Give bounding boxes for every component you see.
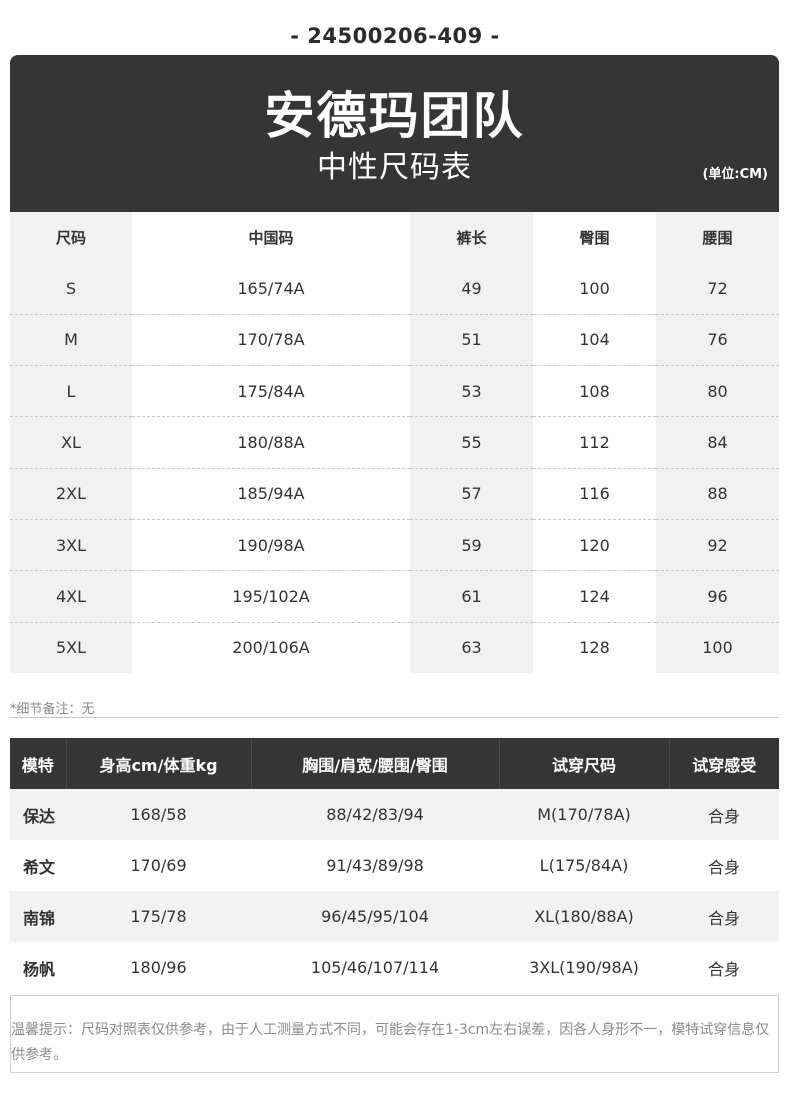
table-row: L 175/84A 53 108 80 <box>10 365 779 417</box>
cell-china-size: 165/74A <box>237 278 305 298</box>
size-table: 尺码 中国码 裤长 臀围 腰围 S 165/74A 49 100 72 M 17… <box>10 212 779 674</box>
col-header-measurements: 胸围/肩宽/腰围/臀围 <box>250 738 499 789</box>
cell-model-name: 杨帆 <box>23 959 56 979</box>
table-row: S 165/74A 49 100 72 <box>10 263 779 315</box>
table-row: 南锦 175/78 96/45/95/104 XL(180/88A) 合身 <box>10 891 779 942</box>
cell-size: 4XL <box>10 570 132 623</box>
table-row: 5XL 200/106A 63 128 100 <box>10 621 779 674</box>
table-row: 希文 170/69 91/43/89/98 L(175/84A) 合身 <box>10 840 779 891</box>
cell-pants-length: 57 <box>410 467 533 520</box>
cell-china-size: 185/94A <box>132 467 410 520</box>
size-chart-header: 安德玛团队 中性尺码表 (单位:CM) <box>10 55 779 212</box>
cell-pants-length: 51 <box>410 313 533 366</box>
cell-model-name: 南锦 <box>10 891 66 942</box>
cell-hip: 100 <box>579 278 610 298</box>
table-row: 4XL 195/102A 61 124 96 <box>10 570 779 623</box>
cell-fit-feeling: 合身 <box>707 959 740 979</box>
cell-size: S <box>10 263 132 315</box>
table-row: 杨帆 180/96 105/46/107/114 3XL(190/98A) 合身 <box>10 942 779 993</box>
cell-fit-feeling: 合身 <box>669 789 779 840</box>
cell-height-weight: 180/96 <box>130 958 187 977</box>
cell-pants-length: 63 <box>410 621 533 674</box>
cell-fitted-size: L(175/84A) <box>539 856 629 875</box>
cell-model-name: 希文 <box>23 857 56 877</box>
table-row: 保达 168/58 88/42/83/94 M(170/78A) 合身 <box>10 789 779 840</box>
table-row: XL 180/88A 55 112 84 <box>10 416 779 469</box>
cell-waist: 100 <box>656 621 779 674</box>
cell-waist: 76 <box>656 313 779 366</box>
tip-box: 温馨提示：尺码对照表仅供参考，由于人工测量方式不同，可能会存在1-3cm左右误差… <box>10 995 779 1073</box>
cell-pants-length: 53 <box>410 365 533 417</box>
cell-hip: 120 <box>533 518 656 571</box>
cell-fitted-size: XL(180/88A) <box>499 891 669 942</box>
cell-measurements: 105/46/107/114 <box>310 958 440 977</box>
product-code: - 24500206-409 - <box>290 24 500 48</box>
col-header-hip: 臀围 <box>579 229 610 247</box>
cell-pants-length: 55 <box>410 416 533 469</box>
cell-model-name: 保达 <box>10 789 66 840</box>
col-header-model: 模特 <box>10 738 66 789</box>
cell-pants-length: 49 <box>410 263 533 315</box>
col-header-pants-length: 裤长 <box>410 212 533 263</box>
table-row: M 170/78A 51 104 76 <box>10 313 779 366</box>
unit-label: (单位:CM) <box>702 167 768 182</box>
cell-fitted-size: M(170/78A) <box>499 789 669 840</box>
cell-size: M <box>10 313 132 366</box>
tip-text: 温馨提示：尺码对照表仅供参考，由于人工测量方式不同，可能会存在1-3cm左右误差… <box>11 1022 770 1063</box>
brand-name: 安德玛团队 <box>264 87 525 145</box>
cell-size: L <box>10 365 132 417</box>
cell-hip: 104 <box>533 313 656 366</box>
cell-height-weight: 175/78 <box>66 891 251 942</box>
cell-fitted-size: 3XL(190/98A) <box>529 958 639 977</box>
cell-china-size: 200/106A <box>132 621 410 674</box>
cell-size: 3XL <box>10 518 132 571</box>
col-header-waist: 腰围 <box>656 212 779 263</box>
col-header-fit-feeling: 试穿感受 <box>668 738 779 789</box>
cell-hip: 128 <box>533 621 656 674</box>
cell-pants-length: 61 <box>410 570 533 623</box>
cell-hip: 116 <box>533 467 656 520</box>
detail-note: *细节备注：无 <box>10 698 779 718</box>
table-row: 2XL 185/94A 57 116 88 <box>10 467 779 520</box>
cell-fit-feeling: 合身 <box>707 857 740 877</box>
table-row: 3XL 190/98A 59 120 92 <box>10 518 779 571</box>
cell-size: 5XL <box>10 621 132 674</box>
cell-waist: 72 <box>656 263 779 315</box>
cell-size: XL <box>10 416 132 469</box>
model-fit-table: 模特 身高cm/体重kg 胸围/肩宽/腰围/臀围 试穿尺码 试穿感受 保达 16… <box>10 738 779 993</box>
cell-pants-length: 59 <box>410 518 533 571</box>
cell-waist: 92 <box>656 518 779 571</box>
col-header-height-weight: 身高cm/体重kg <box>65 738 251 789</box>
col-header-fitted-size: 试穿尺码 <box>498 738 669 789</box>
cell-height-weight: 170/69 <box>130 856 187 875</box>
cell-fit-feeling: 合身 <box>669 891 779 942</box>
cell-measurements: 88/42/83/94 <box>251 789 499 840</box>
cell-china-size: 180/88A <box>132 416 410 469</box>
col-header-size: 尺码 <box>10 212 132 263</box>
cell-china-size: 175/84A <box>132 365 410 417</box>
col-header-china-size: 中国码 <box>248 229 294 247</box>
cell-measurements: 91/43/89/98 <box>326 856 424 875</box>
cell-waist: 80 <box>656 365 779 417</box>
cell-size: 2XL <box>10 467 132 520</box>
cell-height-weight: 168/58 <box>66 789 251 840</box>
cell-china-size: 190/98A <box>132 518 410 571</box>
cell-hip: 112 <box>533 416 656 469</box>
cell-hip: 108 <box>533 365 656 417</box>
cell-waist: 96 <box>656 570 779 623</box>
cell-hip: 124 <box>533 570 656 623</box>
chart-title: 中性尺码表 <box>317 150 472 185</box>
cell-measurements: 96/45/95/104 <box>251 891 499 942</box>
model-table-header-row: 模特 身高cm/体重kg 胸围/肩宽/腰围/臀围 试穿尺码 试穿感受 <box>10 738 779 789</box>
cell-waist: 84 <box>656 416 779 469</box>
cell-waist: 88 <box>656 467 779 520</box>
cell-china-size: 195/102A <box>132 570 410 623</box>
cell-china-size: 170/78A <box>132 313 410 366</box>
size-table-header-row: 尺码 中国码 裤长 臀围 腰围 <box>10 212 779 263</box>
